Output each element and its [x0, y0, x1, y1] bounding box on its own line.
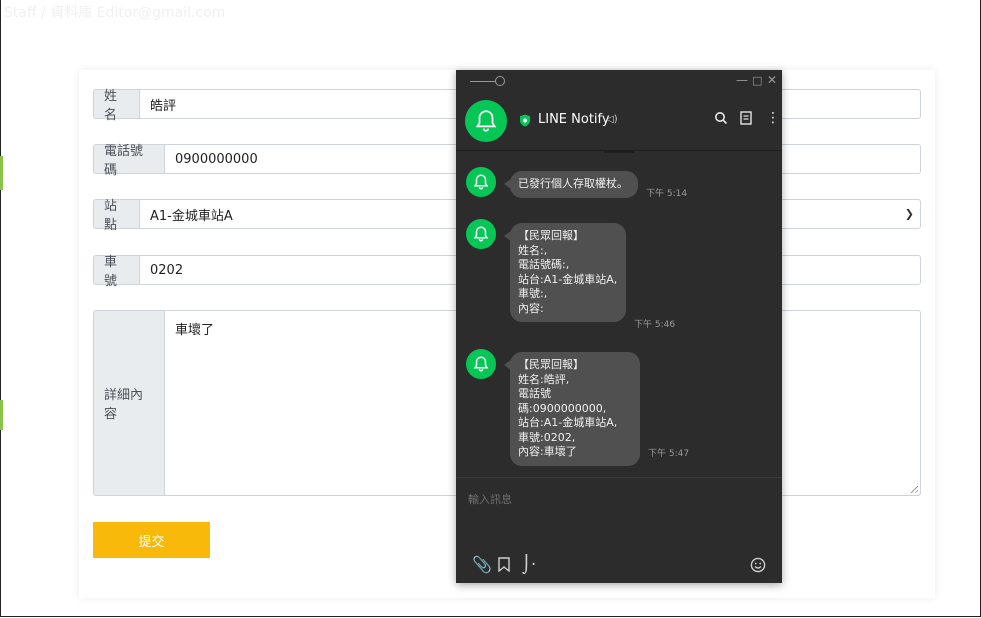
close-icon[interactable]: ✕: [767, 73, 777, 87]
sender-avatar[interactable]: [466, 219, 496, 249]
left-edge-mark: [0, 400, 3, 430]
search-icon[interactable]: [714, 111, 728, 125]
sender-avatar[interactable]: [466, 167, 496, 197]
chevron-down-icon: ❯: [904, 207, 914, 221]
window-titlebar: — □ ✕: [456, 70, 782, 92]
name-label: 姓名: [93, 89, 139, 123]
minimize-icon[interactable]: —: [736, 73, 748, 87]
scroll-indicator: [604, 151, 634, 153]
message-input-area[interactable]: 輸入訊息 📎 ⌡·: [456, 477, 782, 584]
details-label: 詳細內容: [93, 310, 164, 496]
line-notify-avatar[interactable]: [465, 100, 507, 142]
attachment-icon[interactable]: 📎: [472, 555, 492, 574]
message-list: 已發行個人存取權杖。 下午 5:14 【民眾回報】 姓名:, 電話號碼:, 站台…: [456, 151, 782, 477]
bell-icon: [475, 110, 497, 132]
pin-icon-dot: [495, 76, 505, 86]
more-menu-icon[interactable]: ⋮: [766, 110, 780, 126]
notes-icon[interactable]: [740, 111, 752, 125]
line-chat-window: — □ ✕ LINE Notify ◁) ⋮ 已發行個人存取權杖。 下午 5:1…: [456, 70, 782, 583]
details-text: 車壞了: [175, 323, 215, 338]
chat-header: LINE Notify ◁) ⋮: [456, 92, 782, 151]
message-bubble: 已發行個人存取權杖。: [504, 171, 638, 198]
phone-label: 電話號碼: [93, 144, 164, 178]
left-edge-mark: [0, 156, 3, 190]
station-select-value: A1-金城車站A: [150, 208, 233, 224]
maximize-icon[interactable]: □: [752, 74, 762, 87]
submit-button[interactable]: 提交: [93, 522, 210, 558]
sender-avatar[interactable]: [466, 349, 496, 379]
car-label: 車號: [93, 255, 139, 289]
speaker-icon: ◁): [606, 114, 618, 125]
resize-handle-icon[interactable]: [911, 486, 918, 493]
station-label: 站點: [93, 199, 139, 233]
message-bubble: 【民眾回報】 姓名:, 電話號碼:, 站台:A1-金城車站A, 車號:, 內容:: [504, 223, 626, 322]
bookmark-icon[interactable]: [498, 557, 510, 572]
pin-icon[interactable]: [470, 81, 496, 82]
emoji-icon[interactable]: [750, 557, 766, 573]
crop-screenshot-icon[interactable]: ⌡·: [522, 555, 536, 575]
message-time: 下午 5:14: [646, 189, 688, 199]
bell-icon: [473, 356, 489, 372]
bell-icon: [473, 226, 489, 242]
message-bubble: 【民眾回報】 姓名:皓評, 電話號碼:0900000000, 站台:A1-金城車…: [504, 352, 640, 466]
verified-shield-icon: [520, 114, 530, 127]
chat-title: LINE Notify: [538, 112, 610, 127]
message-input-placeholder: 輸入訊息: [468, 493, 512, 506]
ghost-header-text: Staff / 資料庫 Editor@gmail.com: [4, 5, 226, 21]
message-time: 下午 5:46: [634, 320, 676, 330]
message-time: 下午 5:47: [648, 449, 690, 459]
bell-icon: [473, 174, 489, 190]
